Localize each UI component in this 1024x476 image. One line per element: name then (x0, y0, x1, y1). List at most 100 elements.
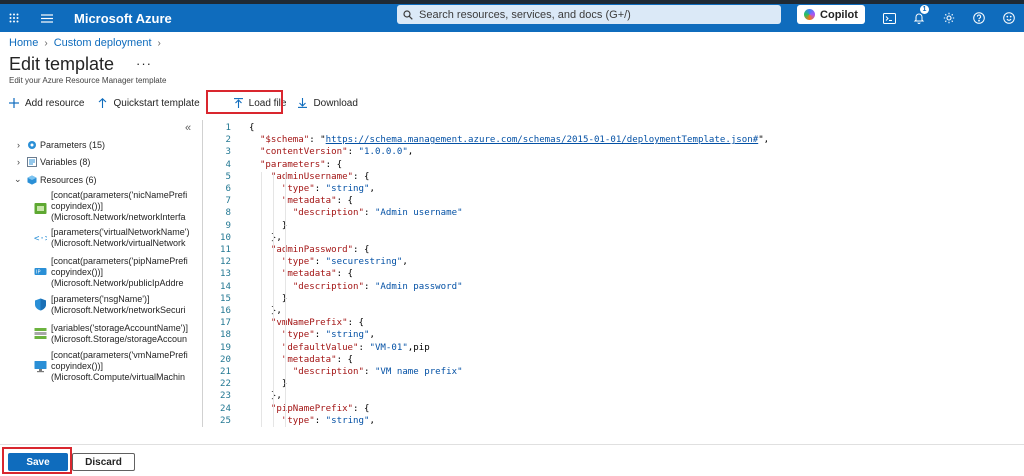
tree-node-parameters[interactable]: › Parameters (15) (17, 140, 105, 150)
resource-line: copyindex())] (51, 267, 104, 277)
code-line[interactable]: "$schema": "https://schema.management.az… (249, 135, 769, 145)
code-line[interactable]: "type": "string", (249, 184, 375, 194)
resource-line: [parameters('virtualNetworkName') (51, 227, 190, 237)
code-line[interactable]: } (249, 294, 287, 304)
resource-line: (Microsoft.Storage/storageAccoun (51, 334, 188, 344)
command-toolbar: Add resource Quickstart template Load fi… (9, 94, 372, 112)
breadcrumb-custom-deployment[interactable]: Custom deployment (54, 37, 152, 49)
code-line[interactable]: "pipNamePrefix": { (249, 404, 370, 414)
line-number: 19 (220, 342, 231, 353)
resource-line: [concat(parameters('pipNamePrefi (51, 256, 188, 266)
line-number: 6 (225, 184, 231, 194)
line-number: 20 (220, 354, 231, 365)
code-line[interactable]: "description": "Admin password" (249, 282, 463, 292)
code-line[interactable]: "type": "string", (249, 416, 375, 426)
chevron-down-icon: ⌄ (14, 174, 22, 184)
code-line[interactable]: { (249, 123, 254, 133)
code-line[interactable]: "type": "string", (249, 330, 375, 340)
help-icon[interactable] (965, 4, 993, 32)
code-line[interactable]: "defaultValue": "VM-01",pip (249, 343, 430, 353)
breadcrumb-home[interactable]: Home (9, 37, 38, 49)
breadcrumb: Home › Custom deployment › (9, 37, 167, 49)
code-line[interactable]: }, (249, 233, 282, 243)
copilot-button[interactable]: Copilot (797, 5, 865, 24)
code-line[interactable]: "description": "VM name prefix" (249, 367, 463, 377)
tree-resource-item[interactable]: [concat(parameters('nicNamePrefi copyinde… (34, 190, 200, 223)
search-input[interactable] (419, 8, 769, 21)
resource-line: [concat(parameters('nicNamePrefi (51, 190, 188, 200)
resource-line: [variables('storageAccountName')] (51, 323, 188, 333)
code-line[interactable]: "vmNamePrefix": { (249, 318, 364, 328)
line-number: 8 (225, 208, 231, 219)
svg-text:IP: IP (36, 270, 41, 276)
tree-node-resources[interactable]: ⌄ Resources (6) (14, 174, 97, 185)
download-icon (298, 98, 308, 108)
discard-button[interactable]: Discard (72, 453, 135, 471)
notifications-icon[interactable]: 1 (905, 4, 933, 32)
collapse-pane-icon[interactable]: « (185, 122, 191, 134)
template-code-editor[interactable]: 1 {2 "$schema": "https://schema.managemen… (202, 120, 1024, 427)
editor-scrollbar[interactable] (1012, 120, 1024, 427)
code-line[interactable]: "adminPassword": { (249, 245, 370, 255)
code-line[interactable]: "adminUsername": { (249, 172, 370, 182)
line-number: 13 (220, 269, 231, 280)
page-subtitle: Edit your Azure Resource Manager templat… (9, 76, 167, 85)
line-number: 24 (220, 403, 231, 414)
code-line[interactable]: } (249, 379, 287, 389)
line-number: 15 (220, 293, 231, 304)
brand-title[interactable]: Microsoft Azure (74, 11, 172, 26)
code-line[interactable]: "contentVersion": "1.0.0.0", (249, 147, 413, 157)
tree-node-variables[interactable]: › Variables (8) (17, 157, 90, 167)
line-number: 4 (225, 159, 231, 170)
tree-resource-item[interactable]: [parameters('nsgName')] (Microsoft.Networ… (34, 294, 200, 316)
tree-resource-item[interactable]: [concat(parameters('vmNamePrefi copyindex… (34, 350, 200, 383)
code-line[interactable]: "metadata": { (249, 196, 353, 206)
resource-line: (Microsoft.Network/virtualNetwork (51, 238, 186, 248)
code-line[interactable]: "description": "Admin username" (249, 208, 463, 218)
settings-gear-icon[interactable] (935, 4, 963, 32)
code-line[interactable]: } (249, 221, 287, 231)
resource-line: copyindex())] (51, 201, 104, 211)
download-button[interactable]: Download (298, 97, 358, 109)
line-number: 14 (220, 281, 231, 292)
indent-guide (285, 171, 286, 427)
code-line[interactable]: }, (249, 391, 282, 401)
add-resource-button[interactable]: Add resource (9, 98, 84, 109)
load-file-highlight-box (206, 90, 283, 114)
line-number: 2 (225, 135, 231, 146)
cloud-shell-icon[interactable] (875, 4, 903, 32)
quickstart-template-button[interactable]: Quickstart template (98, 98, 200, 109)
virtual-network-icon: <·> (34, 234, 47, 244)
plus-icon (9, 98, 19, 108)
resource-line: (Microsoft.Network/publicIpAddre (51, 278, 184, 288)
indent-guide (273, 171, 274, 427)
copilot-icon (804, 9, 816, 20)
download-label: Download (313, 97, 358, 109)
page-title: Edit template (9, 54, 115, 74)
line-number: 17 (220, 318, 231, 329)
line-number: 25 (220, 415, 231, 426)
feedback-icon[interactable] (995, 4, 1023, 32)
tree-resource-item[interactable]: <·> [parameters('virtualNetworkName')(Mi… (34, 227, 200, 249)
notification-count-badge: 1 (920, 5, 929, 14)
code-line[interactable]: "metadata": { (249, 355, 353, 365)
footer-divider (0, 444, 1024, 445)
hamburger-menu-icon[interactable] (34, 4, 60, 32)
resource-line: (Microsoft.Network/networkInterfa (51, 212, 186, 222)
waffle-menu-icon[interactable] (2, 4, 26, 32)
global-search-box[interactable] (397, 5, 781, 24)
tree-resource-item[interactable]: IP [concat(parameters('pipNamePrefi copyi… (34, 256, 200, 289)
line-number: 11 (220, 245, 231, 255)
more-options-icon[interactable]: ··· (136, 56, 152, 71)
virtual-machine-icon (34, 361, 47, 373)
code-line[interactable]: "parameters": { (249, 160, 342, 170)
code-line[interactable]: "metadata": { (249, 269, 353, 279)
resource-line: [concat(parameters('vmNamePrefi (51, 350, 188, 360)
network-security-group-icon (35, 298, 46, 311)
save-highlight-box (2, 447, 72, 474)
line-number: 10 (220, 232, 231, 243)
tree-resource-item[interactable]: [variables('storageAccountName')] (Micros… (34, 323, 200, 345)
line-number: 1 (225, 123, 231, 133)
code-line[interactable]: }, (249, 306, 282, 316)
chevron-right-icon: › (17, 140, 20, 150)
